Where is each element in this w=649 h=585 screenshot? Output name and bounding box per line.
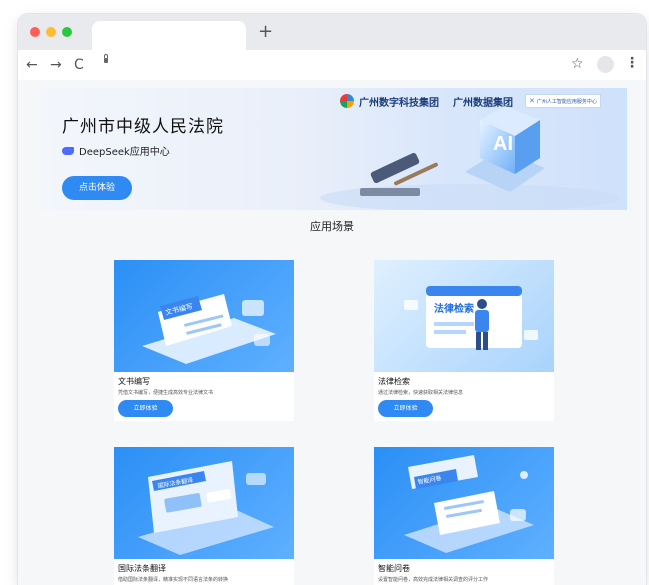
card-description: 借助国际法条翻译，精准实现不同语言法条的转换 — [118, 577, 229, 583]
page-content: 广州数字科技集团 广州数据集团 ✕ 广州人工智能应用服务中心 广州市中级人民法院 … — [18, 80, 646, 585]
card-title: 文书编写 — [118, 377, 150, 386]
reload-icon[interactable]: C — [74, 56, 84, 74]
card-smart-questionnaire[interactable]: 智能问卷 智能问卷 设置智能问卷，高效完成法律相关调查的评分工作 — [374, 447, 554, 585]
card-image: 国际法条翻译 — [114, 447, 294, 559]
card-try-button[interactable]: 立即体验 — [378, 400, 433, 417]
browser-menu-icon[interactable]: ⋮ — [625, 55, 639, 71]
browser-tab[interactable] — [92, 21, 246, 50]
ai-badge: AI — [493, 133, 513, 155]
page-title: 广州市中级人民法院 — [62, 117, 224, 137]
back-icon[interactable]: ← — [26, 56, 38, 74]
card-document-writing[interactable]: 文书编写 文书编写 凭借文书编写，便捷生成高效专业法律文书 立即体验 — [114, 260, 294, 421]
card-title: 智能问卷 — [378, 564, 410, 573]
card-description: 通过法律检索，快速获取相关法律信息 — [378, 390, 464, 396]
card-legal-search[interactable]: 法律检索 法律检索 通过法律检索，快速获取相关法律信息 立即体验 — [374, 260, 554, 421]
maximize-window-button[interactable] — [62, 27, 72, 37]
page-subtitle: DeepSeek应用中心 — [62, 143, 170, 158]
lock-icon[interactable] — [104, 54, 108, 63]
bookmark-star-icon[interactable]: ☆ — [571, 56, 584, 72]
card-description: 凭借文书编写，便捷生成高效专业法律文书 — [118, 390, 214, 396]
ai-gavel-illustration: AI — [320, 106, 620, 210]
try-now-button[interactable]: 点击体验 — [62, 176, 132, 200]
minimize-window-button[interactable] — [46, 27, 56, 37]
subtitle-text: DeepSeek应用中心 — [79, 147, 170, 158]
card-image: 文书编写 — [114, 260, 294, 372]
card-title: 国际法条翻译 — [118, 564, 166, 573]
card-description: 设置智能问卷，高效完成法律相关调查的评分工作 — [378, 577, 489, 583]
tab-bar: + — [18, 14, 646, 50]
deepseek-whale-icon — [62, 146, 74, 155]
card-try-button[interactable]: 立即体验 — [118, 400, 173, 417]
card-title: 法律检索 — [378, 377, 410, 386]
browser-window: + ← → C ☆ ⋮ 广州数字科技集团 广州数据集团 ✕ 广州人工智能应用服务中… — [18, 14, 646, 585]
card-image-label: 法律检索 — [434, 302, 474, 315]
card-image: 智能问卷 — [374, 447, 554, 559]
browser-toolbar: ← → C ☆ ⋮ — [18, 50, 646, 81]
profile-avatar[interactable] — [597, 56, 614, 73]
section-title: 应用场景 — [310, 220, 354, 233]
forward-icon[interactable]: → — [50, 56, 62, 74]
card-international-translation[interactable]: 国际法条翻译 国际法条翻译 借助国际法条翻译，精准实现不同语言法条的转换 — [114, 447, 294, 585]
hero-banner: 广州数字科技集团 广州数据集团 ✕ 广州人工智能应用服务中心 广州市中级人民法院 … — [40, 88, 627, 210]
card-image: 法律检索 — [374, 260, 554, 372]
new-tab-button[interactable]: + — [258, 21, 273, 43]
close-window-button[interactable] — [30, 27, 40, 37]
